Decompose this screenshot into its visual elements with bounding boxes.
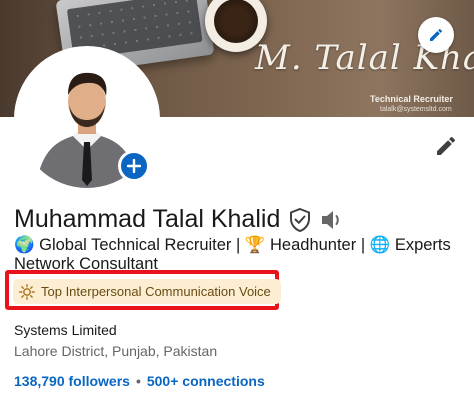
shield-check-icon[interactable] <box>288 207 312 233</box>
banner-email: talalk@systemsltd.com <box>380 106 452 113</box>
stats-separator: • <box>135 373 141 389</box>
add-photo-button[interactable] <box>118 150 150 182</box>
pencil-icon <box>437 136 456 155</box>
plus-icon <box>127 159 141 173</box>
pencil-icon <box>430 28 443 41</box>
banner-role: Technical Recruiter <box>370 94 453 104</box>
profile-name: Muhammad Talal Khalid <box>14 205 281 233</box>
edit-banner-button[interactable] <box>418 17 454 53</box>
profile-location: Lahore District, Punjab, Pakistan <box>14 343 218 359</box>
top-voice-badge[interactable]: Top Interpersonal Communication Voice <box>13 279 281 304</box>
followers-link[interactable]: 138,790 followers <box>14 373 130 389</box>
badge-label: Top Interpersonal Communication Voice <box>41 284 271 299</box>
current-company[interactable]: Systems Limited <box>14 322 117 338</box>
speaker-icon[interactable] <box>320 209 344 231</box>
connections-link[interactable]: 500+ connections <box>147 373 265 389</box>
network-stats: 138,790 followers • 500+ connections <box>14 373 265 389</box>
profile-headline: 🌍 Global Technical Recruiter | 🏆 Headhun… <box>14 236 451 273</box>
sun-icon <box>19 283 35 300</box>
edit-profile-button[interactable] <box>432 132 460 160</box>
profile-name-row: Muhammad Talal Khalid <box>14 205 344 234</box>
